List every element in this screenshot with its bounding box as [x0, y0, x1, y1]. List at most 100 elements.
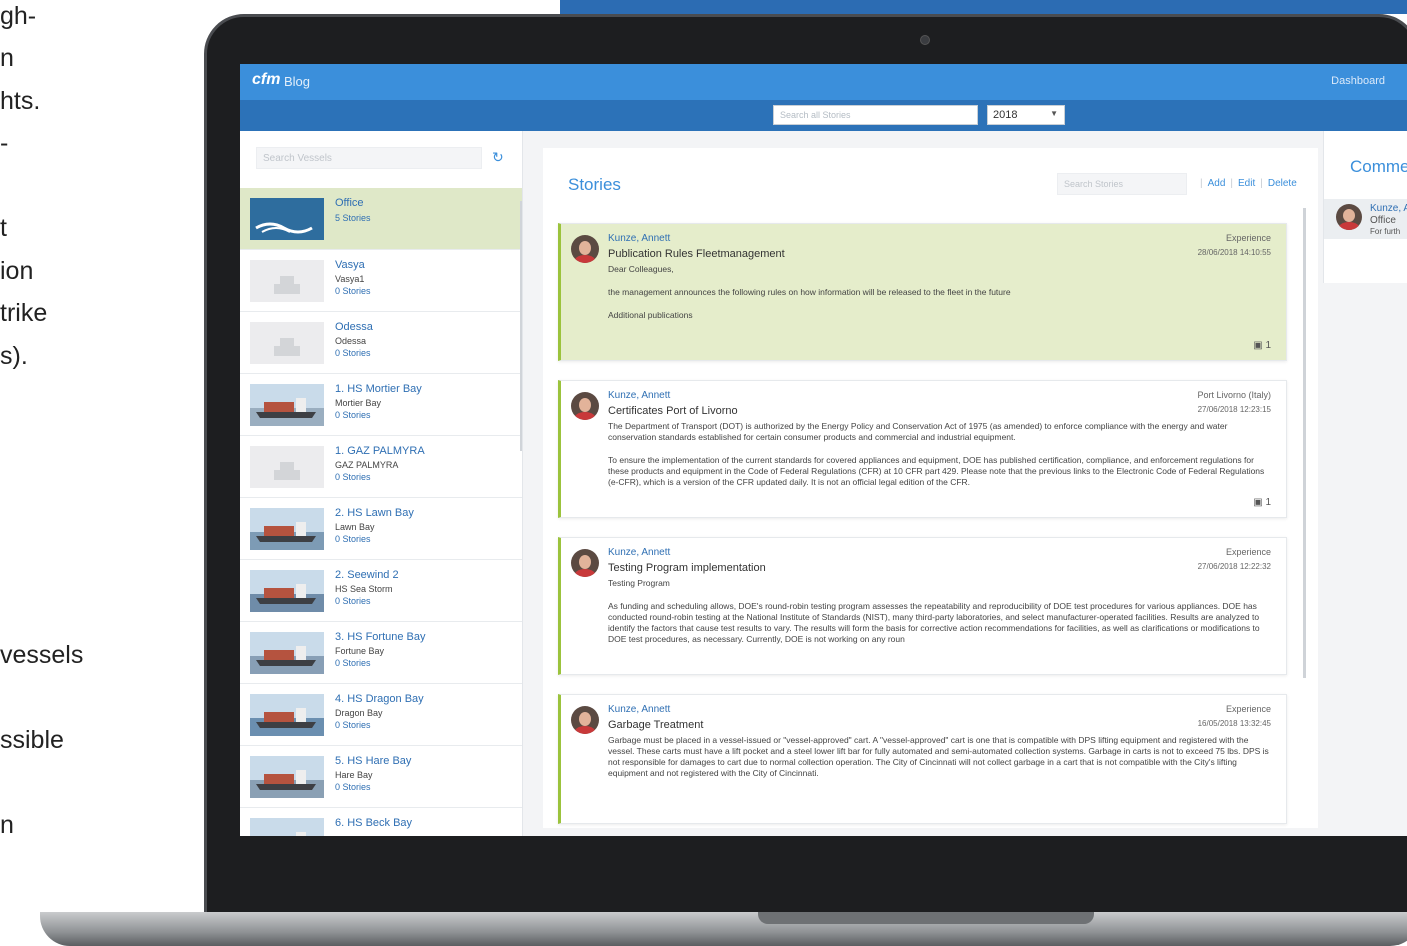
vessel-name: 2. Seewind 2 — [335, 569, 399, 581]
year-select-value: 2018 — [993, 109, 1018, 121]
side-text-1: gh- — [0, 2, 37, 30]
vessel-name: Office — [335, 197, 364, 209]
story-date: 27/06/2018 12:22:32 — [1197, 562, 1271, 571]
story-category: Port Livorno (Italy) — [1197, 390, 1271, 400]
side-text-10: ssible — [0, 726, 64, 754]
story-body: The Department of Transport (DOT) is aut… — [608, 421, 1273, 500]
vessel-name: Odessa — [335, 321, 373, 333]
comment-item[interactable]: Kunze, A Office For furth — [1324, 199, 1407, 239]
vessel-subtitle: Dragon Bay — [335, 708, 383, 718]
story-date: 28/06/2018 14:10:55 — [1197, 248, 1271, 257]
story-paragraph: As funding and scheduling allows, DOE's … — [608, 601, 1260, 644]
separator: | — [1200, 178, 1203, 189]
story-author[interactable]: Kunze, Annett — [608, 233, 670, 244]
vessel-name: Vasya — [335, 259, 365, 271]
vessel-thumbnail — [250, 570, 324, 612]
comment-count[interactable]: ▣ 1 — [1253, 497, 1271, 508]
vessel-panel: Search Vessels ↻ Office 5 Stories Vasya Vas… — [240, 131, 523, 836]
brand-subtitle: Blog — [284, 74, 311, 89]
story-card[interactable]: Kunze, Annett Publication Rules Fleetmana… — [558, 223, 1287, 361]
avatar — [1336, 204, 1362, 230]
vessel-item[interactable]: Vasya Vasya1 0 Stories — [240, 250, 522, 312]
story-title: Testing Program implementation — [608, 562, 766, 574]
story-category: Experience — [1225, 233, 1271, 243]
vessel-item[interactable]: 6. HS Beck Bay — [240, 808, 522, 836]
vessel-item[interactable]: 1. HS Mortier Bay Mortier Bay 0 Stories — [240, 374, 522, 436]
story-title: Garbage Treatment — [608, 719, 704, 731]
vessel-story-count: 0 Stories — [335, 472, 371, 482]
vessel-story-count: 0 Stories — [335, 658, 371, 668]
avatar — [571, 549, 599, 577]
vessel-list: Office 5 Stories Vasya Vasya1 0 Stories Odess… — [240, 188, 522, 836]
nav-dashboard[interactable]: Dashboard — [1331, 75, 1385, 87]
comment-count-value: 1 — [1265, 497, 1271, 508]
story-card[interactable]: Kunze, Annett Testing Program implementat… — [558, 537, 1287, 675]
vessel-subtitle: Lawn Bay — [335, 522, 375, 532]
vessel-name: 4. HS Dragon Bay — [335, 693, 424, 705]
vessel-thumbnail — [250, 446, 324, 488]
story-paragraph: The Department of Transport (DOT) is aut… — [608, 421, 1228, 442]
vessel-story-count: 0 Stories — [335, 782, 371, 792]
side-text-5: t — [0, 214, 7, 242]
vessel-thumbnail — [250, 632, 324, 674]
story-author[interactable]: Kunze, Annett — [608, 390, 670, 401]
refresh-icon[interactable]: ↻ — [492, 149, 504, 166]
vessel-subtitle: Hare Bay — [335, 770, 373, 780]
comment-icon: ▣ — [1253, 340, 1266, 351]
page: gh- n hts. - t ion trike s). vessels ssi… — [0, 0, 1407, 946]
vessel-thumbnail — [250, 260, 324, 302]
vessel-name: 2. HS Lawn Bay — [335, 507, 414, 519]
vessel-item[interactable]: 2. HS Lawn Bay Lawn Bay 0 Stories — [240, 498, 522, 560]
separator: | — [1230, 178, 1234, 189]
vessel-item[interactable]: 1. GAZ PALMYRA GAZ PALMYRA 0 Stories — [240, 436, 522, 498]
vessel-item[interactable]: 2. Seewind 2 HS Sea Storm 0 Stories — [240, 560, 522, 622]
story-date: 27/06/2018 12:23:15 — [1197, 405, 1271, 414]
vessel-name: 6. HS Beck Bay — [335, 817, 413, 829]
story-author[interactable]: Kunze, Annett — [608, 704, 670, 715]
vessel-list-scrollbar[interactable] — [520, 201, 522, 451]
story-search-input[interactable]: Search Stories — [1057, 173, 1187, 195]
vessel-item[interactable]: Odessa Odessa 0 Stories — [240, 312, 522, 374]
stories-panel: Stories Search Stories | Add | Edit | Delete … — [543, 148, 1318, 828]
story-paragraph: Dear Colleagues, — [608, 264, 674, 274]
vessel-name: 1. HS Mortier Bay — [335, 383, 422, 395]
vessel-story-count: 0 Stories — [335, 348, 371, 358]
vessel-item[interactable]: 4. HS Dragon Bay Dragon Bay 0 Stories — [240, 684, 522, 746]
vessel-story-count: 0 Stories — [335, 534, 371, 544]
story-author[interactable]: Kunze, Annett — [608, 547, 670, 558]
vessel-item[interactable]: Office 5 Stories — [240, 188, 522, 250]
avatar — [571, 235, 599, 263]
edit-button[interactable]: Edit — [1238, 178, 1255, 189]
story-title: Publication Rules Fleetmanagement — [608, 248, 785, 260]
year-select[interactable]: 2018 ▼ — [987, 105, 1065, 125]
vessel-story-count: 0 Stories — [335, 596, 371, 606]
add-button[interactable]: Add — [1208, 178, 1226, 189]
story-body: Garbage must be placed in a vessel-issue… — [608, 735, 1273, 791]
story-card[interactable]: Kunze, Annett Certificates Port of Livorn… — [558, 380, 1287, 518]
vessel-search-input[interactable]: Search Vessels — [256, 147, 482, 169]
story-category: Experience — [1225, 547, 1271, 557]
story-body: Testing Program As funding and scheduling… — [608, 578, 1273, 657]
app-screen: cfm Blog Dashboard Search all Stories 20… — [240, 64, 1407, 836]
vessel-subtitle: HS Sea Storm — [335, 584, 393, 594]
vessel-thumbnail — [250, 756, 324, 798]
story-paragraph: Garbage must be placed in a vessel-issue… — [608, 735, 1269, 778]
vessel-subtitle: GAZ PALMYRA — [335, 460, 399, 470]
comment-count[interactable]: ▣ 1 — [1253, 340, 1271, 351]
vessel-subtitle: Odessa — [335, 336, 367, 346]
story-card[interactable]: Kunze, Annett Garbage Treatment Experience… — [558, 694, 1287, 824]
brand-logo[interactable]: cfm — [252, 71, 280, 89]
avatar — [571, 706, 599, 734]
global-search-input[interactable]: Search all Stories — [773, 105, 978, 125]
vessel-item[interactable]: 5. HS Hare Bay Hare Bay 0 Stories — [240, 746, 522, 808]
delete-button[interactable]: Delete — [1268, 178, 1297, 189]
vessel-story-count: 0 Stories — [335, 410, 371, 420]
vessel-name: 1. GAZ PALMYRA — [335, 445, 425, 457]
vessel-story-count: 5 Stories — [335, 213, 371, 223]
vessel-thumbnail — [250, 198, 324, 240]
vessel-item[interactable]: 3. HS Fortune Bay Fortune Bay 0 Stories — [240, 622, 522, 684]
separator: | — [1260, 178, 1263, 189]
story-list-scrollbar[interactable] — [1303, 208, 1306, 678]
vessel-subtitle: Vasya1 — [335, 274, 365, 284]
comment-place: Office — [1370, 215, 1396, 226]
